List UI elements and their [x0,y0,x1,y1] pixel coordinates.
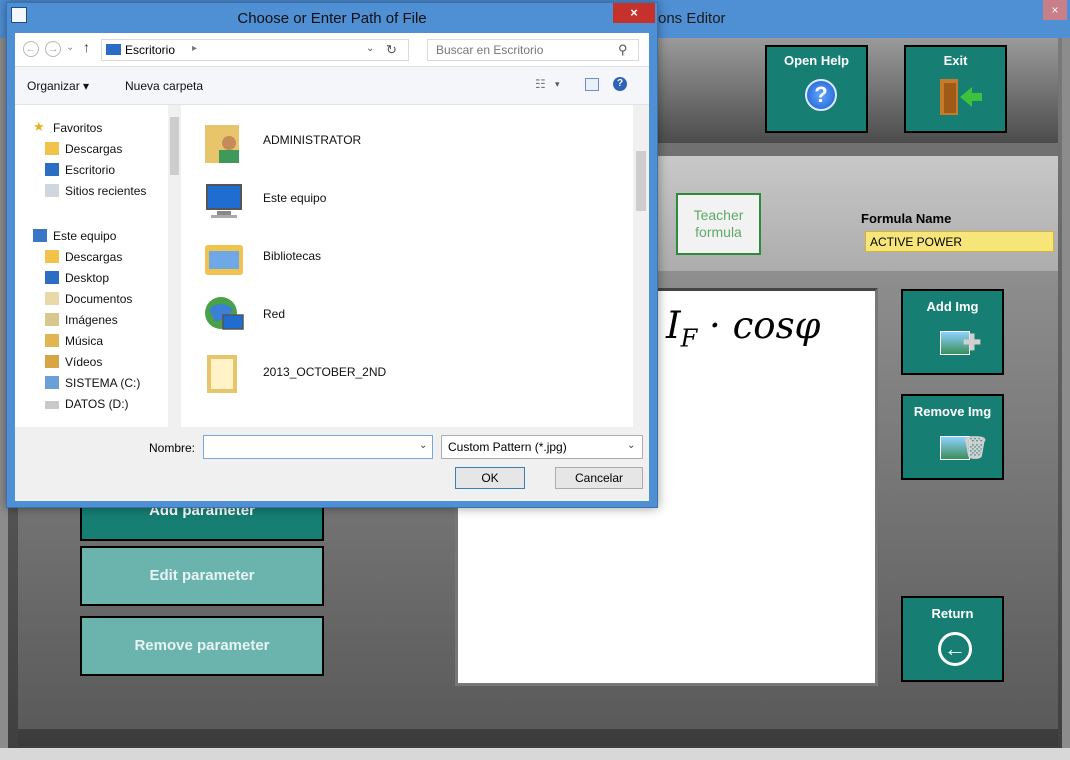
pictures-icon [45,313,59,326]
desktop-icon [45,163,59,176]
file-dialog: Choose or Enter Path of File × ← → ⌄ ↑ E… [6,2,658,508]
address-bar[interactable]: Escritorio ▸ ⌄ ↻ [101,39,409,61]
videos-icon [45,355,59,368]
formula-display: IF · cosφ [666,304,820,352]
chevron-right-icon[interactable]: ▸ [192,43,197,54]
formula-rest: · cosφ [697,304,821,347]
search-box[interactable]: Buscar en Escritorio ⚲ [427,39,639,61]
file-list-scrollbar[interactable] [633,105,649,427]
address-row: ← → ⌄ ↑ Escritorio ▸ ⌄ ↻ Buscar en Escri… [15,33,649,67]
app-statusbar [0,748,1070,760]
formula-name-input[interactable] [865,231,1054,252]
open-help-label: Open Help [783,53,849,68]
return-label: Return [931,606,974,621]
history-dropdown-icon[interactable]: ⌄ [66,42,74,53]
drive-icon [45,401,59,409]
computer-icon [33,229,47,242]
help-icon: ? [805,79,837,111]
app-title: ons Editor [658,10,726,27]
dialog-titlebar[interactable]: Choose or Enter Path of File × [7,3,657,33]
drive-icon [45,376,59,389]
dialog-footer: Nombre: ⌄ Custom Pattern (*.jpg) ⌄ OK Ca… [15,427,649,501]
back-arrow-icon: ← [938,632,972,666]
chevron-down-icon[interactable]: ⌄ [419,440,427,451]
add-image-label: Add Img [926,299,979,314]
edit-parameter-button[interactable]: Edit parameter [80,546,324,606]
cancel-button[interactable]: Cancelar [555,467,643,489]
search-input[interactable]: Buscar en Escritorio [436,43,543,57]
filename-input[interactable] [203,435,433,459]
scrollbar-thumb[interactable] [170,117,179,175]
trash-icon: 🗑 [961,435,989,460]
exit-door-icon [940,79,982,115]
ok-button[interactable]: OK [455,467,525,489]
chevron-down-icon[interactable]: ⌄ [366,43,374,54]
plus-icon: ✚ [962,330,982,355]
remove-image-button[interactable]: Remove Img 🗑 [901,394,1004,480]
return-button[interactable]: Return ← [901,596,1004,682]
organize-menu[interactable]: Organizar ▾ [27,79,89,93]
app-close-button[interactable]: × [1043,0,1067,20]
refresh-icon[interactable]: ↻ [386,42,397,58]
remove-image-label: Remove Img [913,404,992,419]
back-arrow-icon[interactable]: ← [23,41,39,57]
file-list: ADMINISTRATOR Este equipo Bibliotecas Re… [189,105,645,427]
filetype-select[interactable]: Custom Pattern (*.jpg) [441,435,643,459]
scrollbar-thumb[interactable] [636,151,646,211]
navigation-scrollbar[interactable] [168,105,181,427]
formula-subscript: F [680,324,698,353]
dialog-content: ← → ⌄ ↑ Escritorio ▸ ⌄ ↻ Buscar en Escri… [15,33,649,501]
up-arrow-icon[interactable]: ↑ [83,39,90,55]
network-icon [205,297,244,330]
help-icon[interactable]: ? [613,77,627,91]
folder-icon [207,355,237,393]
desktop-folder-icon [106,44,121,55]
dialog-title: Choose or Enter Path of File [237,10,427,27]
dialog-close-button[interactable]: × [613,3,655,23]
dialog-toolbar: Organizar ▾ Nueva carpeta ☷ ▾ ? [15,67,649,105]
address-text[interactable]: Escritorio [125,43,175,57]
documents-icon [45,292,59,305]
add-image-button[interactable]: Add Img ✚ [901,289,1004,375]
libraries-icon [205,245,243,275]
preview-pane-icon[interactable] [585,78,599,91]
forward-arrow-icon[interactable]: → [45,41,61,57]
view-options-icon[interactable]: ☷ [535,77,551,91]
user-folder-icon [205,125,239,163]
recent-icon [45,184,59,197]
music-icon [45,334,59,347]
teacher-formula-indicator[interactable]: Teacher formula [676,193,761,255]
downloads-icon [45,250,59,263]
chevron-down-icon[interactable]: ▾ [555,79,560,90]
star-icon: ★ [33,119,45,134]
navigation-pane: ★ Favoritos Descargas Escritorio Sitios r… [15,105,185,427]
formula-name-label: Formula Name [861,211,952,226]
computer-icon [206,184,242,218]
new-folder-button[interactable]: Nueva carpeta [125,79,203,93]
filename-label: Nombre: [149,441,196,455]
formula-base: I [666,304,681,347]
search-icon[interactable]: ⚲ [618,42,628,58]
chevron-down-icon[interactable]: ⌄ [627,440,635,451]
open-help-button[interactable]: Open Help ? [765,45,868,133]
exit-label: Exit [943,53,968,68]
downloads-icon [45,142,59,155]
exit-button[interactable]: Exit [904,45,1007,133]
remove-parameter-button[interactable]: Remove parameter [80,616,324,676]
desktop-icon [45,271,59,284]
